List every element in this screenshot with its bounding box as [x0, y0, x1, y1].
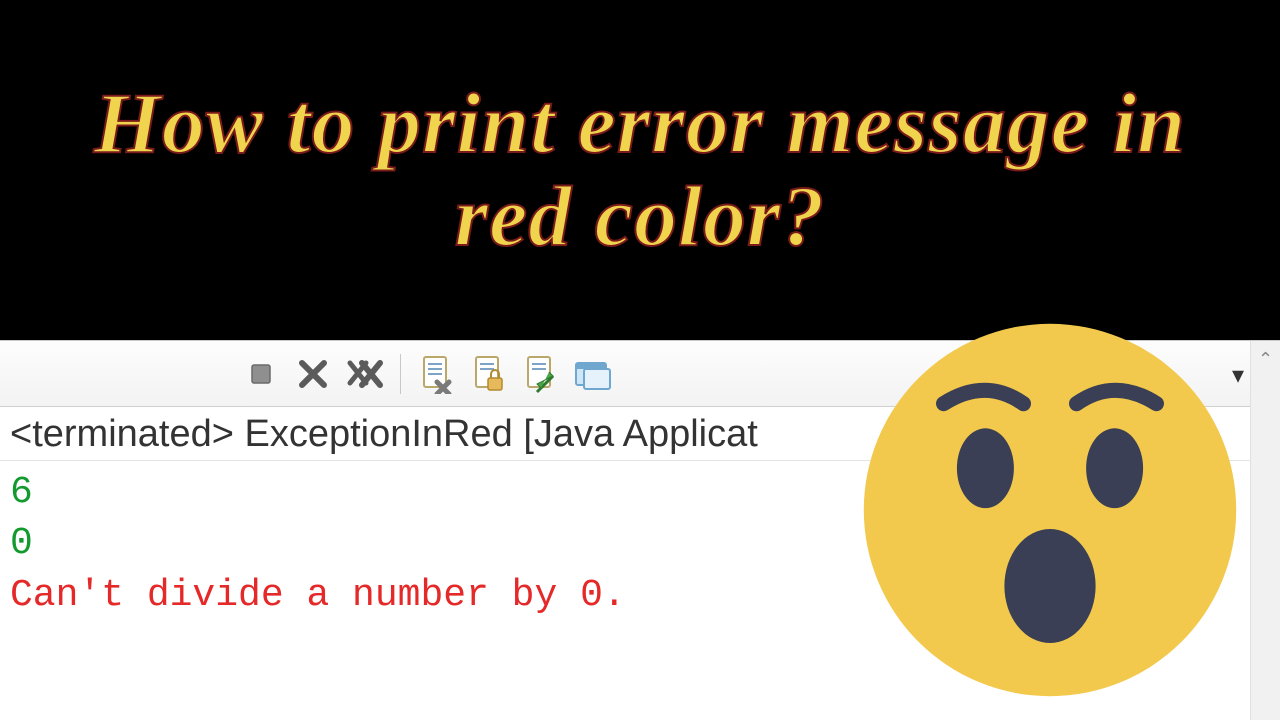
title-area: How to print error message in red color?: [0, 0, 1280, 340]
display-selected-console-icon[interactable]: [571, 353, 613, 395]
surprised-face-emoji: [860, 320, 1240, 700]
status-app: ExceptionInRed: [244, 413, 512, 455]
stop-icon[interactable]: [240, 353, 282, 395]
scroll-lock-icon[interactable]: [467, 353, 509, 395]
page-title: How to print error message in red color?: [30, 77, 1250, 263]
toolbar-separator: [400, 354, 401, 394]
remove-all-terminated-icon[interactable]: [344, 353, 386, 395]
clear-console-icon[interactable]: [415, 353, 457, 395]
remove-launch-icon[interactable]: [292, 353, 334, 395]
scrollbar-vertical[interactable]: ⌃: [1250, 341, 1280, 720]
status-prefix: <terminated>: [10, 413, 234, 455]
scroll-up-icon[interactable]: ⌃: [1258, 349, 1273, 370]
status-type: [Java Applicat: [523, 413, 757, 455]
pin-console-icon[interactable]: [519, 353, 561, 395]
